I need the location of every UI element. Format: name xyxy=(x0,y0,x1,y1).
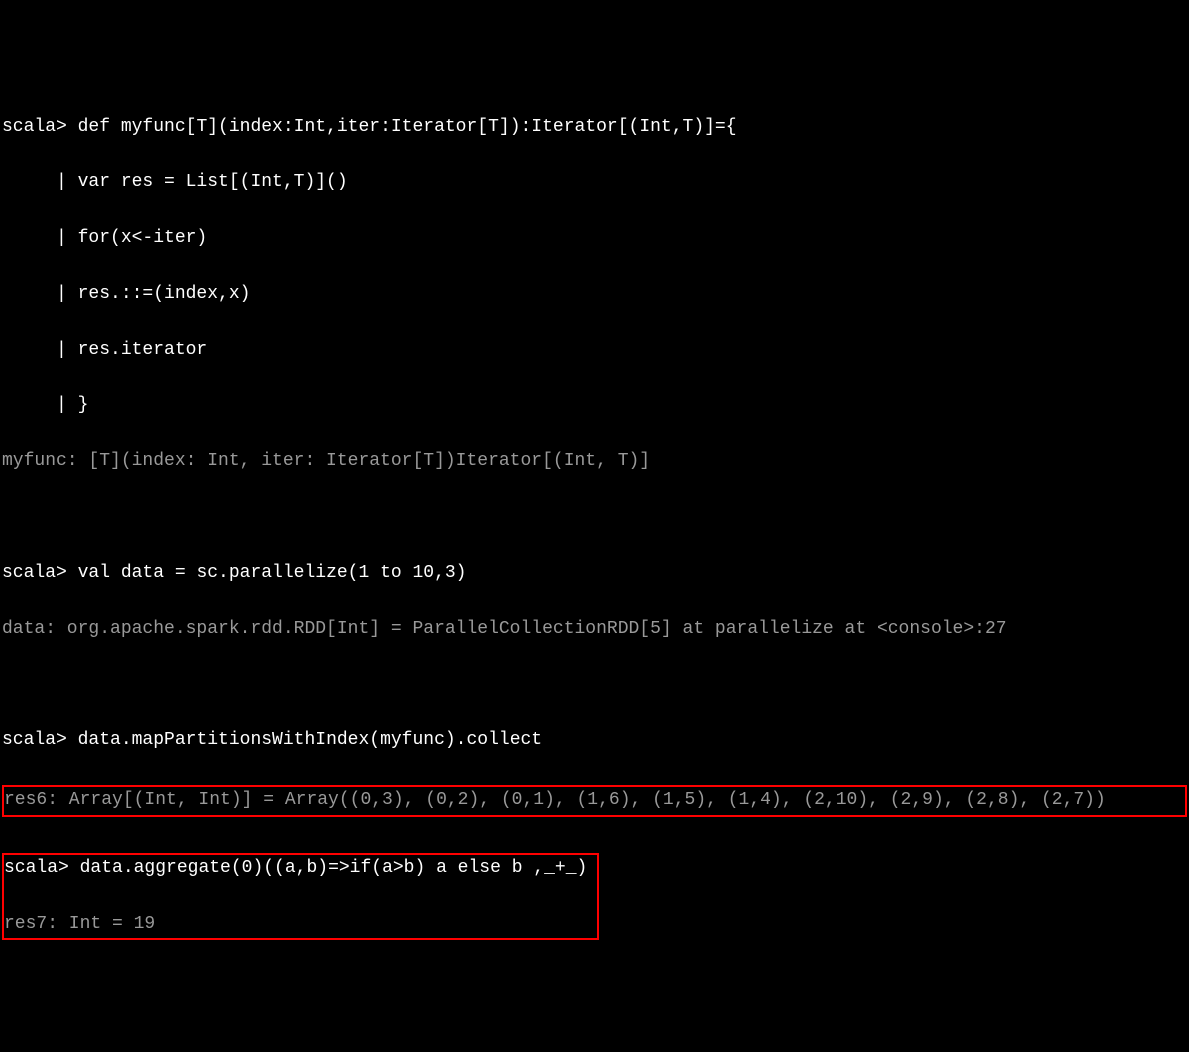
repl-continuation: | for(x<-iter) xyxy=(2,225,1187,253)
repl-input: data.aggregate(0)((a,b)=>if(a>b) a else … xyxy=(80,858,588,878)
repl-line-4: scala> data.aggregate(0)((a,b)=>if(a>b) … xyxy=(4,855,587,883)
repl-output-res7: res7: Int = 19 xyxy=(4,911,587,939)
repl-input: def myfunc[T](index:Int,iter:Iterator[T]… xyxy=(78,117,737,137)
repl-output: data: org.apache.spark.rdd.RDD[Int] = Pa… xyxy=(2,616,1187,644)
repl-input: val data = sc.parallelize(1 to 10,3) xyxy=(78,563,467,583)
repl-prompt: scala> xyxy=(2,563,78,583)
repl-input: data.mapPartitionsWithIndex(myfunc).coll… xyxy=(78,730,542,750)
repl-continuation: | } xyxy=(2,392,1187,420)
repl-line-3: scala> data.mapPartitionsWithIndex(myfun… xyxy=(2,727,1187,755)
repl-line-1: scala> def myfunc[T](index:Int,iter:Iter… xyxy=(2,114,1187,142)
repl-continuation: | res.iterator xyxy=(2,337,1187,365)
repl-output-res6: res6: Array[(Int, Int)] = Array((0,3), (… xyxy=(4,787,1185,815)
repl-line-2: scala> val data = sc.parallelize(1 to 10… xyxy=(2,560,1187,588)
repl-prompt: scala> xyxy=(2,117,78,137)
repl-output: myfunc: [T](index: Int, iter: Iterator[T… xyxy=(2,448,1187,476)
highlight-box-2: scala> data.aggregate(0)((a,b)=>if(a>b) … xyxy=(2,853,599,941)
repl-prompt: scala> xyxy=(2,730,78,750)
highlight-box-1: res6: Array[(Int, Int)] = Array((0,3), (… xyxy=(2,785,1187,817)
repl-continuation: | var res = List[(Int,T)]() xyxy=(2,169,1187,197)
repl-continuation: | res.::=(index,x) xyxy=(2,281,1187,309)
blank-line xyxy=(2,504,1187,532)
repl-prompt: scala> xyxy=(4,858,80,878)
blank-line xyxy=(2,671,1187,699)
